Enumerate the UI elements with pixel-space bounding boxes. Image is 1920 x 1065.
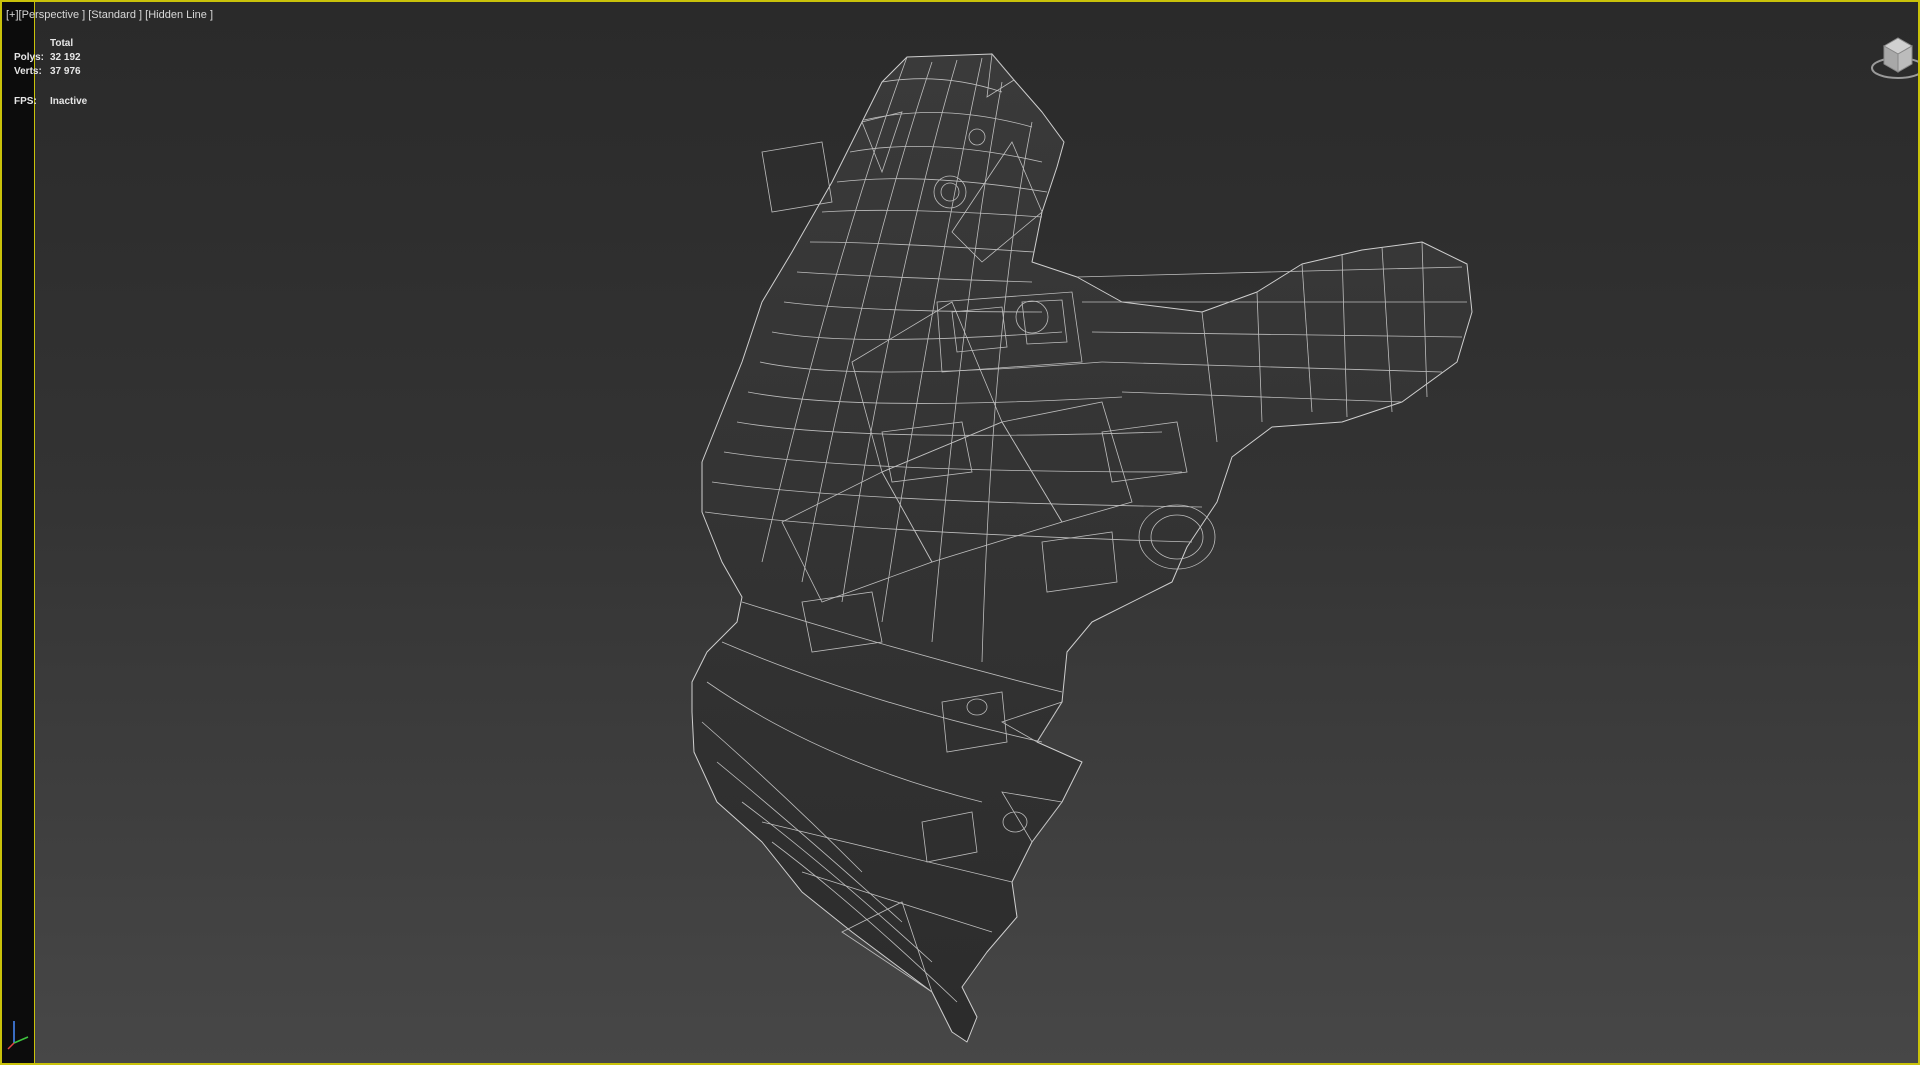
fps-value: Inactive [50, 96, 88, 107]
viewport-menu-plus[interactable]: [+] [6, 9, 19, 21]
viewport-shading-label[interactable]: [Standard ] [88, 9, 142, 21]
verts-value: 37 976 [50, 66, 81, 77]
viewport-mode-label[interactable]: [Hidden Line ] [145, 9, 213, 21]
viewcube-icon[interactable] [1862, 28, 1918, 90]
stats-header: Total [50, 38, 74, 49]
viewport-label[interactable]: [+][Perspective ] [Standard ] [Hidden Li… [6, 9, 213, 21]
axis-tripod-icon [7, 1021, 29, 1050]
polys-value: 32 192 [50, 52, 81, 63]
perspective-viewport[interactable]: [+][Perspective ] [Standard ] [Hidden Li… [0, 0, 1920, 1065]
wireframe-model[interactable] [2, 2, 1920, 1065]
viewport-view-label[interactable]: [Perspective ] [19, 9, 86, 21]
